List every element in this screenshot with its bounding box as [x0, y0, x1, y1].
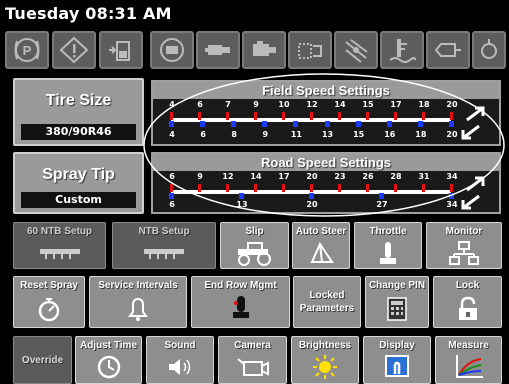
fluid-level-icon[interactable]: [380, 31, 424, 69]
joystick-icon: [232, 296, 249, 318]
spray-tip-tile[interactable]: Spray Tip Custom: [13, 152, 144, 214]
date-time-title: Tuesday 08:31 AM: [5, 4, 172, 23]
keypad-icon: [387, 297, 407, 321]
tank-level-icon[interactable]: [99, 31, 143, 69]
sound-button[interactable]: Sound: [146, 336, 214, 384]
filter-icon[interactable]: [288, 31, 332, 69]
change-pin-label: Change PIN: [368, 280, 426, 291]
tractor-icon: [237, 241, 271, 266]
ntb60-setup-label: 60 NTB Setup: [26, 226, 92, 237]
tire-tread-icon: [144, 248, 184, 259]
reset-spray-button[interactable]: Reset Spray: [13, 276, 85, 328]
display-label: Display: [379, 340, 415, 351]
brightness-button[interactable]: Brightness: [291, 336, 359, 384]
auto-steer-label: Auto Steer: [295, 226, 347, 237]
slip-button[interactable]: Slip: [220, 222, 289, 269]
end-row-mgmt-button[interactable]: End Row Mgmt: [191, 276, 290, 328]
warning-icon[interactable]: [52, 31, 96, 69]
change-pin-button[interactable]: Change PIN: [365, 276, 429, 328]
ntb-setup-label: NTB Setup: [138, 226, 190, 237]
pump-icon[interactable]: [426, 31, 470, 69]
fan-icon[interactable]: [334, 31, 378, 69]
lock-label: Lock: [455, 280, 480, 291]
transmission-icon[interactable]: [242, 31, 286, 69]
monitor-label: Monitor: [445, 226, 483, 237]
bell-icon: [128, 297, 148, 321]
spray-tip-value: Custom: [21, 192, 136, 208]
lock-button[interactable]: Lock: [433, 276, 502, 328]
graph-icon: [455, 355, 483, 378]
locked-parameters-label-2: Parameters: [299, 303, 355, 314]
override-button[interactable]: Override: [13, 336, 72, 384]
service-intervals-button[interactable]: Service Intervals: [89, 276, 187, 328]
override-label: Override: [21, 354, 64, 366]
slip-label: Slip: [245, 226, 264, 237]
reset-spray-label: Reset Spray: [20, 280, 78, 291]
brightness-label: Brightness: [298, 340, 352, 351]
svg-text:P: P: [23, 43, 32, 58]
sun-icon: [313, 355, 337, 379]
locked-parameters-label-1: Locked: [309, 290, 345, 301]
camera-button[interactable]: Camera: [218, 336, 287, 384]
video-camera-icon: [236, 358, 269, 376]
speaker-icon: [169, 359, 191, 375]
tire-tread-icon: [39, 248, 80, 259]
service-intervals-label: Service Intervals: [98, 280, 178, 291]
tire-size-label: Tire Size: [45, 92, 112, 109]
ntb-setup-button[interactable]: NTB Setup: [112, 222, 216, 269]
steering-icon: [310, 241, 334, 263]
clock-icon: [97, 355, 120, 379]
measure-label: Measure: [448, 340, 489, 351]
hydraulic-icon[interactable]: [196, 31, 240, 69]
throttle-lever-icon: [380, 241, 396, 264]
measure-button[interactable]: Measure: [435, 336, 502, 384]
tire-size-tile[interactable]: Tire Size 380/90R46: [13, 78, 144, 146]
parking-brake-icon[interactable]: P: [5, 31, 49, 69]
padlock-icon: [458, 296, 477, 320]
locked-parameters-button[interactable]: Locked Parameters: [293, 276, 361, 328]
throttle-button[interactable]: Throttle: [354, 222, 422, 269]
monitor-button[interactable]: Monitor: [426, 222, 502, 269]
camera-label: Camera: [234, 340, 271, 351]
highlight-ellipse: [143, 73, 505, 217]
adjust-time-label: Adjust Time: [79, 340, 138, 351]
adjust-time-button[interactable]: Adjust Time: [75, 336, 142, 384]
touch-screen-icon: [385, 355, 409, 377]
tire-size-value: 380/90R46: [21, 124, 136, 140]
throttle-label: Throttle: [369, 226, 407, 237]
display-button[interactable]: Display: [363, 336, 431, 384]
end-row-mgmt-label: End Row Mgmt: [204, 280, 277, 291]
oil-icon[interactable]: [472, 31, 506, 69]
stopwatch-icon: [38, 298, 60, 322]
auto-steer-button[interactable]: Auto Steer: [292, 222, 350, 269]
network-icon: [449, 240, 479, 265]
sound-label: Sound: [164, 340, 196, 351]
ntb60-setup-button[interactable]: 60 NTB Setup: [13, 222, 106, 269]
spray-tip-label: Spray Tip: [42, 166, 115, 183]
engine-icon[interactable]: [150, 31, 194, 69]
